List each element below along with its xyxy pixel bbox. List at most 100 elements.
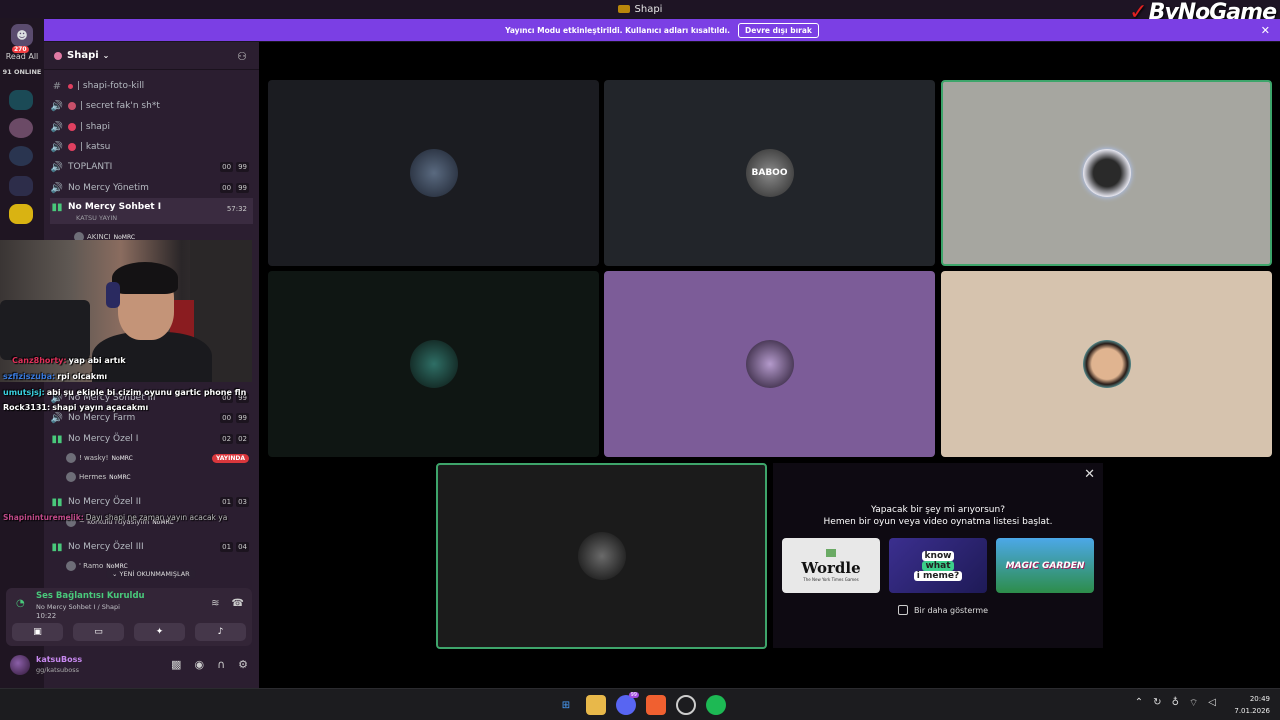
checkbox[interactable] [898,605,908,615]
channel-label: No Mercy Özel III [68,542,144,552]
channel-item[interactable]: # | shapi-foto-kill [50,76,253,96]
clock[interactable]: 20:49 7.01.2026 [1234,693,1270,717]
chevron-down-icon: ⌄ [112,570,120,578]
headset-icon [106,282,120,308]
noise-suppression-icon[interactable]: ≋ [211,598,219,609]
participant-tile[interactable] [604,271,935,457]
voice-active-icon: ▮▮ [51,496,63,508]
server-icon[interactable] [9,204,33,224]
channel-item[interactable]: ▮▮ No Mercy Özel I 02 02 [50,429,253,449]
voice-time: 10:22 [36,612,57,620]
invite-people-icon[interactable]: ⚇ [237,50,247,63]
volume-icon[interactable]: ◁ [1208,697,1216,710]
soundboard-icon: ♪ [217,627,224,637]
new-unread-pill[interactable]: ⌄ YENİ OKUNMAMIŞLAR [106,569,196,579]
file-explorer-icon[interactable] [586,695,606,715]
taskbar-apps: ⊞ 99 [556,692,726,715]
server-icon[interactable] [9,176,33,196]
avatar[interactable] [10,655,30,675]
windows-start-icon[interactable]: ⊞ [556,695,576,715]
dont-show-again-checkbox[interactable]: Bir daha gösterme [898,605,988,615]
participant-tile-speaking[interactable] [436,463,767,649]
speaker-icon: 🔊 [50,182,64,194]
participant-tile-speaking[interactable] [941,80,1272,266]
disconnect-icon[interactable]: ☎ [232,598,244,609]
obs-icon[interactable] [676,695,696,715]
gear-icon[interactable]: ⚙ [238,658,248,671]
close-icon[interactable]: ✕ [1261,24,1270,37]
speaker-icon: 🔊 [50,412,64,424]
participant-tile[interactable] [941,271,1272,457]
channel-item[interactable]: 🔊 No Mercy Yönetim 00 99 [50,178,253,198]
channel-item[interactable]: 🔊 | secret fak'n sh*t [50,96,253,116]
activity-card-wordle[interactable]: Wordle The New York Times Games [782,538,880,593]
server-header[interactable]: Shapi ⌄ ⚇ [44,42,259,70]
checkbox-label: Bir daha gösterme [914,605,989,615]
chat-text: rpi olcakmı [57,372,108,381]
voice-user-name: ! wasky! [79,454,109,462]
participant-avatar [409,149,458,197]
voice-active-icon: ▮▮ [51,541,63,553]
channel-item-active[interactable]: ▮▮ No Mercy Sohbet I 57:32 KATSU YAYIN [50,198,253,224]
no-entry-icon [68,143,76,151]
username[interactable]: katsuBoss [36,655,82,664]
screen-share-icon: ▭ [94,627,103,637]
spotify-icon[interactable] [706,695,726,715]
home-button[interactable]: ☻ 270 [11,24,33,53]
voice-user[interactable]: Hermes NoMRC [66,472,131,482]
soundboard-button[interactable]: ♪ [195,623,246,641]
voice-user[interactable]: ! wasky! NoMRC [66,453,133,463]
chevron-up-icon[interactable]: ⌃ [1135,697,1143,710]
sync-icon[interactable]: ↻ [1153,697,1161,710]
channel-item[interactable]: 🔊 TOPLANTI 00 99 [50,157,253,177]
speaker-icon: 🔊 [50,121,64,133]
user-count: 01 03 [220,497,249,507]
channel-item[interactable]: ▮▮ No Mercy Özel III 01 04 [50,537,253,557]
webcam-couch [0,300,90,360]
microphone-icon[interactable]: ♁ [1172,697,1179,710]
channel-label: No Mercy Özel I [68,434,139,444]
participant-avatar [577,532,626,580]
microphone-icon[interactable]: ◉ [194,658,204,671]
screen-share-button[interactable]: ▭ [73,623,124,641]
activity-card-know-what-i-meme[interactable]: know what i meme? [889,538,987,593]
disable-streamer-mode-button[interactable]: Devre dışı bırak [738,22,819,38]
channel-label: No Mercy Özel II [68,497,142,507]
participant-avatar-text: BABOO [751,168,788,178]
server-icon[interactable] [9,118,33,138]
chat-text: Dayı shapi ne zaman yayın acacak ya [85,513,228,522]
channel-item[interactable]: 🔊 | katsu [50,137,253,157]
activity-title-part: know [921,550,955,561]
wifi-icon[interactable]: ⌔ [1189,697,1198,710]
emoji-icon [68,83,73,89]
voice-user-tag: NoMRC [111,454,133,462]
participant-tile[interactable]: BABOO [604,80,935,266]
chat-message: Rock3131: shapi yayın açacakmı [3,403,148,412]
camera-off-icon: ▣ [33,627,42,637]
channel-item[interactable]: ▮▮ No Mercy Özel II 01 03 [50,492,253,512]
participant-tile[interactable] [268,271,599,457]
voice-channel-path[interactable]: No Mercy Sohbet I / Shapi [36,603,120,611]
activities-button[interactable]: ✦ [134,623,185,641]
chat-text: abi şu ekiple bi çizim oyunu gartic phon… [46,388,247,397]
server-icon[interactable] [9,90,33,110]
camera-off-button[interactable]: ▣ [12,623,63,641]
streamer-mode-banner: Yayıncı Modu etkinleştirildi. Kullanıcı … [44,19,1280,41]
discord-icon[interactable]: 99 [616,692,639,715]
voice-status[interactable]: Ses Bağlantısı Kuruldu [36,591,145,601]
read-all-button[interactable]: Read All [0,52,44,61]
activity-card-magic-garden[interactable]: MAGIC GARDEN [996,538,1094,593]
voice-top-controls: ≋ ☎ [211,598,244,609]
server-icon[interactable] [9,146,33,166]
chat-text: yap abi artık [68,356,126,365]
gamepad-icon[interactable]: ▩ [171,658,181,671]
participant-tile[interactable] [268,80,599,266]
brave-browser-icon[interactable] [646,695,666,715]
count-limit: 99 [236,162,249,172]
channel-label: | secret fak'n sh*t [80,101,160,111]
channel-item[interactable]: 🔊 | shapi [50,117,253,137]
activity-subtitle: The New York Times Games [803,577,859,582]
close-icon[interactable]: ✕ [1084,467,1095,482]
headphones-icon[interactable]: ∩ [217,658,225,671]
channel-activity: KATSU YAYIN [76,214,118,222]
